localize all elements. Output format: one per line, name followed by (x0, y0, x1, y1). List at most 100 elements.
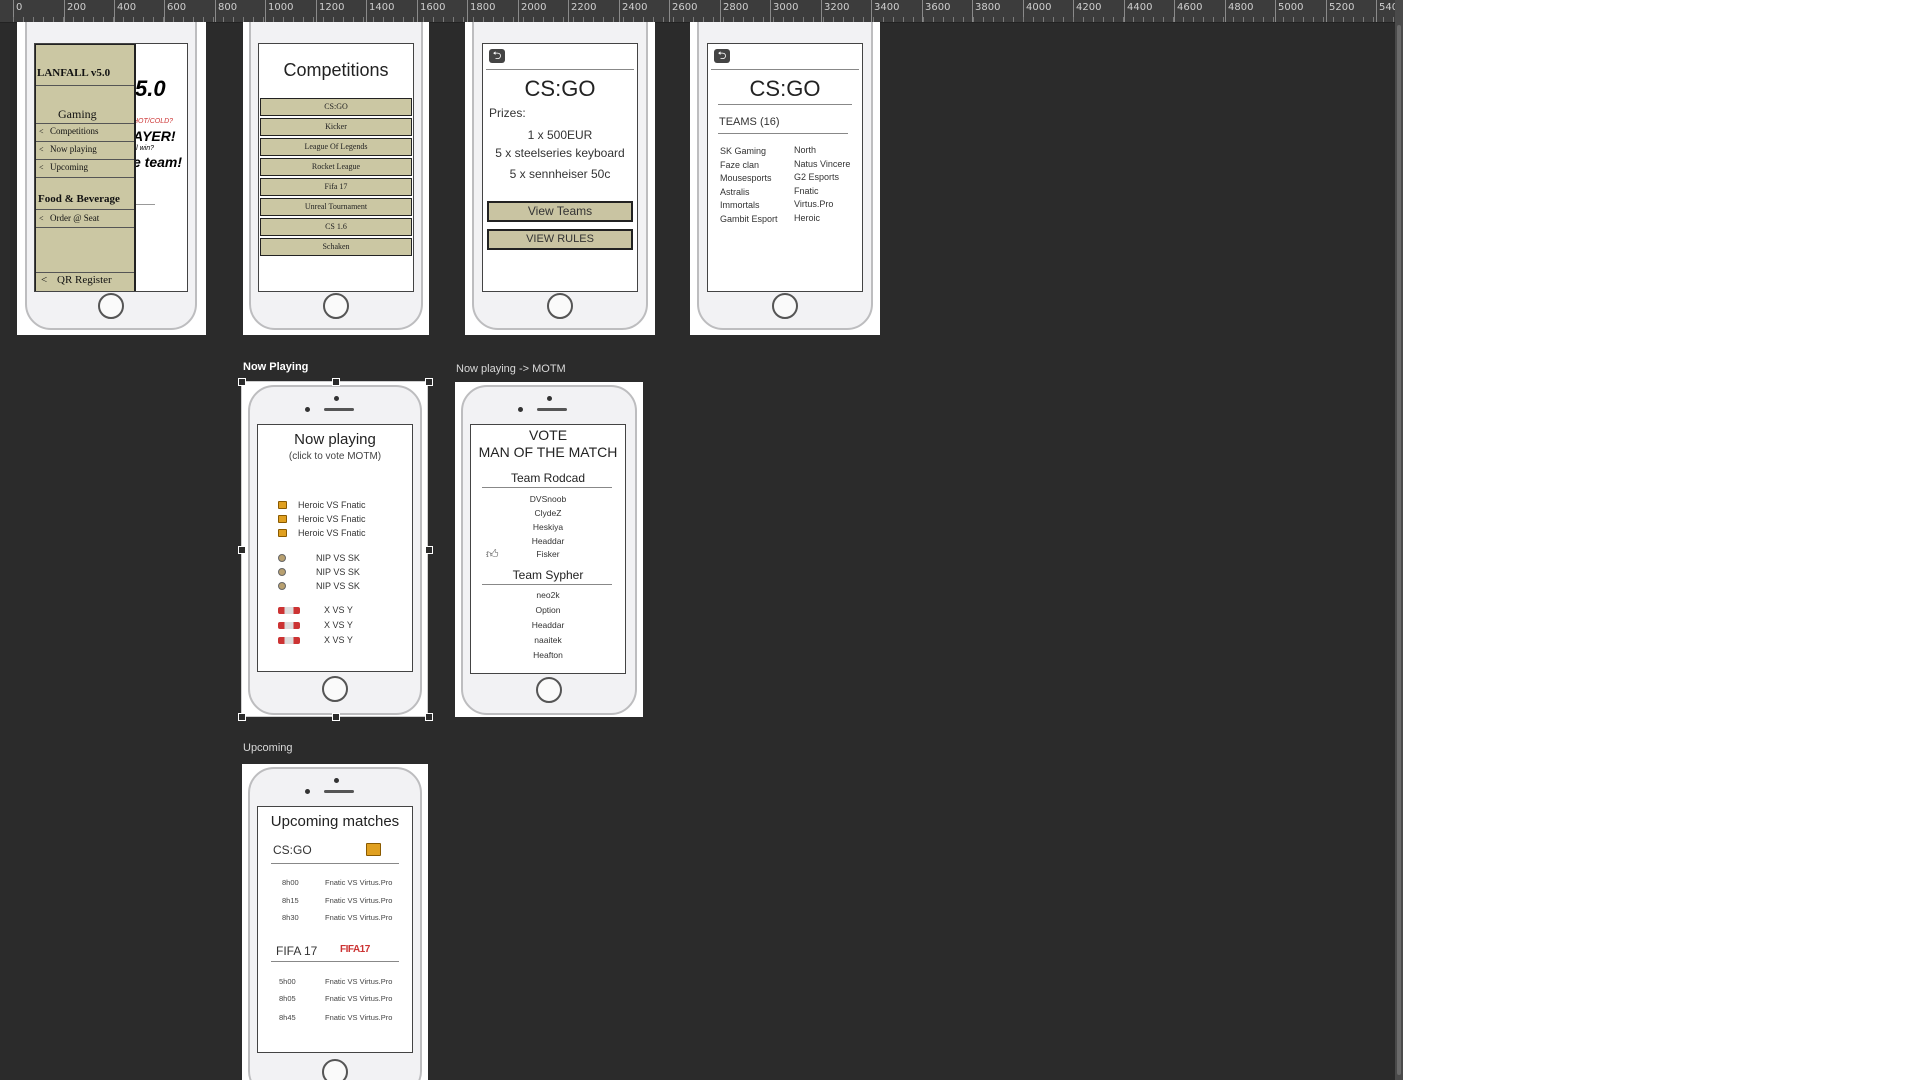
team-item[interactable]: Faze clan (720, 159, 778, 173)
fifa-logo-icon (278, 637, 300, 644)
artboard-menu[interactable]: 5.0 HOT/COLD? AYER! ill win? e team! LAN… (17, 22, 206, 335)
ruler-tick: 4400 (1124, 0, 1152, 22)
team-item[interactable]: Immortals (720, 199, 778, 213)
team-item[interactable]: North (794, 144, 850, 158)
player-option[interactable]: naaitek (471, 635, 625, 645)
ruler-minor-tick (1323, 17, 1324, 22)
team-item[interactable]: Fnatic (794, 185, 850, 199)
ruler-minor-tick (673, 17, 674, 22)
ruler-minor-tick (1243, 17, 1244, 22)
artboard-csgo-prizes[interactable]: ⮌ CS:GO Prizes: 1 x 500EUR 5 x steelseri… (465, 22, 655, 335)
player-option[interactable]: Headdar (471, 620, 625, 630)
competition-button-csgo[interactable]: CS:GO (260, 98, 412, 116)
artboard-now-playing[interactable]: Now playing (click to vote MOTM) Heroic … (242, 382, 428, 716)
divider (718, 133, 848, 134)
match-time: 8h15 (282, 896, 299, 905)
frame-label-motm[interactable]: Now playing -> MOTM (456, 363, 566, 375)
ruler-tick: 5000 (1275, 0, 1303, 22)
page-title-sub: MAN OF THE MATCH (478, 444, 618, 460)
artboard-upcoming[interactable]: Upcoming matches CS:GO 8h00 Fnatic VS Vi… (242, 764, 428, 1080)
ruler-tick: 4600 (1174, 0, 1202, 22)
ruler-minor-tick (233, 17, 234, 22)
match-label: Fnatic VS Virtus.Pro (325, 913, 393, 922)
resize-handle[interactable] (332, 713, 340, 721)
resize-handle[interactable] (238, 546, 246, 554)
team-item[interactable]: SK Gaming (720, 145, 778, 159)
competition-button-rocket-league[interactable]: Rocket League (260, 158, 412, 176)
player-option[interactable]: ClydeZ (471, 508, 625, 518)
player-option[interactable]: Headdar (471, 536, 625, 546)
view-teams-button[interactable]: View Teams (487, 201, 633, 222)
menu-item-label: QR Register (57, 274, 112, 286)
chevron-left-icon: < (39, 214, 44, 223)
ruler-tick: 400 (114, 0, 136, 22)
ruler-minor-tick (1193, 17, 1194, 22)
match-label: Heroic VS Fnatic (298, 514, 366, 524)
ruler-minor-tick (1083, 17, 1084, 22)
competition-button-schaken[interactable]: Schaken (260, 238, 412, 256)
csgo-icon (278, 501, 287, 509)
page-title: Now playing (294, 431, 376, 448)
player-option[interactable]: Option (471, 605, 625, 615)
ruler-tick: 200 (64, 0, 86, 22)
view-rules-button[interactable]: VIEW RULES (487, 229, 633, 250)
back-icon[interactable]: ⮌ (489, 49, 505, 63)
competition-button-fifa[interactable]: Fifa 17 (260, 178, 412, 196)
bg-text: AYER! (133, 128, 176, 144)
player-option[interactable]: Fisker (471, 549, 625, 559)
back-icon[interactable]: ⮌ (714, 49, 730, 63)
ruler-minor-tick (433, 17, 434, 22)
player-option[interactable]: DVSnoob (471, 494, 625, 504)
frame-label-upcoming[interactable]: Upcoming (243, 742, 293, 754)
artboard-competitions[interactable]: Competitions CS:GO Kicker League Of Lege… (243, 22, 429, 335)
artboard-motm[interactable]: VOTE MAN OF THE MATCH Team Rodcad DVSnoo… (455, 382, 643, 717)
divider (36, 85, 134, 86)
ruler-minor-tick (1093, 17, 1094, 22)
team-item[interactable]: Gambit Esport (720, 213, 778, 227)
scrollbar-thumb[interactable] (1397, 25, 1401, 1075)
csgo-icon (366, 843, 381, 856)
prizes-label: Prizes: (489, 106, 526, 120)
camera-dot (334, 778, 339, 783)
ruler-minor-tick (1183, 17, 1184, 22)
match-label: Fnatic VS Virtus.Pro (325, 994, 393, 1003)
artboard-csgo-teams[interactable]: ⮌ CS:GO TEAMS (16) SK Gaming Faze clan M… (690, 22, 880, 335)
ruler-minor-tick (913, 17, 914, 22)
divider (482, 584, 612, 585)
team-item[interactable]: Mousesports (720, 172, 778, 186)
competition-button-unreal[interactable]: Unreal Tournament (260, 198, 412, 216)
ruler-minor-tick (1383, 17, 1384, 22)
player-option[interactable]: Heafton (471, 650, 625, 660)
resize-handle[interactable] (238, 713, 246, 721)
team-item[interactable]: G2 Esports (794, 171, 850, 185)
resize-handle[interactable] (425, 713, 433, 721)
ruler-minor-tick (993, 17, 994, 22)
resize-handle[interactable] (425, 378, 433, 386)
team-item[interactable]: Heroic (794, 212, 850, 226)
competition-button-cs16[interactable]: CS 1.6 (260, 218, 412, 236)
chevron-left-icon: < (41, 274, 48, 286)
resize-handle[interactable] (332, 378, 340, 386)
ruler-tick: 5200 (1326, 0, 1354, 22)
page-title: VOTE (528, 427, 568, 443)
ruler-minor-tick (983, 17, 984, 22)
team-item[interactable]: Virtus.Pro (794, 198, 850, 212)
csgo-teams-screen: ⮌ CS:GO TEAMS (16) SK Gaming Faze clan M… (707, 43, 863, 292)
home-button (536, 677, 562, 703)
ruler-minor-tick (443, 17, 444, 22)
ruler-minor-tick (683, 17, 684, 22)
chevron-left-icon: < (39, 145, 44, 154)
team-item[interactable]: Natus Vincere (794, 158, 850, 172)
ruler-tick: 1800 (467, 0, 495, 22)
menu-section-gaming: Gaming (58, 107, 97, 121)
empty-panel (1403, 0, 1920, 1080)
frame-label-now-playing[interactable]: Now Playing (243, 361, 308, 373)
now-playing-screen: Now playing (click to vote MOTM) Heroic … (257, 424, 413, 672)
resize-handle[interactable] (238, 378, 246, 386)
player-option[interactable]: Heskiya (471, 522, 625, 532)
competition-button-kicker[interactable]: Kicker (260, 118, 412, 136)
competition-button-lol[interactable]: League Of Legends (260, 138, 412, 156)
team-item[interactable]: Astralis (720, 186, 778, 200)
resize-handle[interactable] (425, 546, 433, 554)
player-option[interactable]: neo2k (471, 590, 625, 600)
